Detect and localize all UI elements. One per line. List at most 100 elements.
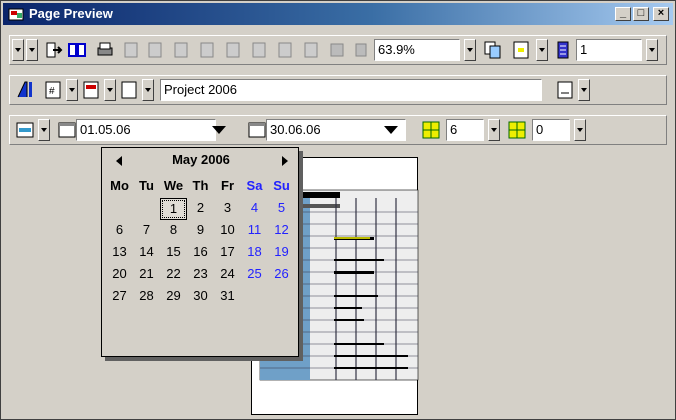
weekday-label: Th <box>192 178 209 193</box>
last-page-icon[interactable] <box>196 39 218 61</box>
calendar-day[interactable]: 4 <box>241 198 268 220</box>
calendar-header: May 2006 <box>102 150 300 170</box>
next-month-icon[interactable] <box>282 156 288 166</box>
rows-input[interactable]: 6 <box>446 119 484 141</box>
page-setup-icon[interactable] <box>510 39 532 61</box>
project-name-input[interactable]: Project 2006 <box>160 79 542 101</box>
calendar-day[interactable]: 18 <box>241 242 268 264</box>
pages-input[interactable]: 1 <box>576 39 642 61</box>
page-up-icon[interactable] <box>222 39 244 61</box>
print-icon[interactable] <box>94 39 116 61</box>
calendar-day[interactable]: 29 <box>160 286 187 308</box>
alignment-icon[interactable] <box>554 79 576 101</box>
timescale-dropdown[interactable] <box>38 119 50 141</box>
calendar-day[interactable]: 30 <box>187 286 214 308</box>
calendar-day[interactable]: 20 <box>106 264 133 286</box>
rows-dropdown[interactable] <box>488 119 500 141</box>
calendar-day[interactable]: 9 <box>187 220 214 242</box>
cols-dropdown[interactable] <box>574 119 586 141</box>
next-page-icon[interactable] <box>170 39 192 61</box>
book-icon[interactable] <box>66 39 88 61</box>
alignment-dropdown[interactable] <box>578 79 590 101</box>
header-footer-icon[interactable] <box>118 79 140 101</box>
calendar-day[interactable]: 14 <box>133 242 160 264</box>
date-icon[interactable] <box>80 79 102 101</box>
page-number-icon[interactable]: # <box>42 79 64 101</box>
calendar-day[interactable]: 22 <box>160 264 187 286</box>
calendar-day[interactable]: 31 <box>214 286 241 308</box>
end-date-dropdown[interactable] <box>380 120 400 140</box>
pages-dropdown[interactable] <box>646 39 658 61</box>
calendar-day[interactable]: 16 <box>187 242 214 264</box>
calendar-day[interactable]: 10 <box>214 220 241 242</box>
toolbar-header: # Project 2006 <box>9 75 667 105</box>
multi-page-icon[interactable] <box>326 39 348 61</box>
prev-page-icon[interactable] <box>144 39 166 61</box>
calendar-empty-cell <box>106 198 133 220</box>
page-right-icon[interactable] <box>300 39 322 61</box>
weekday-label: Mo <box>110 178 129 193</box>
page-preview-window: Page Preview _ □ × 63.9% 1 # Project 200… <box>0 0 676 420</box>
calendar-empty-cell <box>241 286 268 308</box>
calendar-day[interactable]: 6 <box>106 220 133 242</box>
calendar-day[interactable]: 27 <box>106 286 133 308</box>
window-title: Page Preview <box>29 6 113 21</box>
calendar-day[interactable]: 11 <box>241 220 268 242</box>
maximize-button[interactable]: □ <box>633 7 649 21</box>
first-page-icon[interactable] <box>120 39 142 61</box>
toolbar-menu-dropdown[interactable] <box>12 39 24 61</box>
minimize-button[interactable]: _ <box>615 7 631 21</box>
title-bar[interactable]: Page Preview _ □ × <box>3 3 673 25</box>
start-date-dropdown[interactable] <box>208 120 228 140</box>
calendar-day[interactable]: 23 <box>187 264 214 286</box>
calendar-day[interactable]: 3 <box>214 198 241 220</box>
zoom-dropdown[interactable] <box>464 39 476 61</box>
page-setup-dropdown[interactable] <box>536 39 548 61</box>
single-page-icon[interactable] <box>350 39 372 61</box>
cols-input[interactable]: 0 <box>532 119 570 141</box>
weekday-label: We <box>163 178 184 193</box>
toolbar-date-range: 01.05.06 30.06.06 6 0 <box>9 115 667 145</box>
page-number-dropdown[interactable] <box>66 79 78 101</box>
calendar-day[interactable]: 17 <box>214 242 241 264</box>
calendar-day[interactable]: 21 <box>133 264 160 286</box>
calendar-weekday-row: Mo Tu We Th Fr Sa Su <box>106 176 296 198</box>
page-down-icon[interactable] <box>248 39 270 61</box>
start-calendar-icon[interactable] <box>56 119 78 141</box>
close-button[interactable]: × <box>653 7 669 21</box>
calendar-week-row: 12345 <box>106 198 296 220</box>
calendar-week-row: 13 14 15 16 17 18 19 <box>106 242 296 264</box>
exit-icon[interactable] <box>42 39 64 61</box>
page-left-icon[interactable] <box>274 39 296 61</box>
rows-grid-icon[interactable] <box>420 119 442 141</box>
text-icon[interactable] <box>14 79 36 101</box>
calendar-day[interactable]: 5 <box>268 198 295 220</box>
pages-icon[interactable] <box>552 39 574 61</box>
start-date-input[interactable]: 01.05.06 <box>76 119 216 141</box>
calendar-day[interactable]: 19 <box>268 242 295 264</box>
weekday-label: Tu <box>139 178 154 193</box>
zoom-input[interactable]: 63.9% <box>374 39 460 61</box>
calendar-week-row: 20 21 22 23 24 25 26 <box>106 264 296 286</box>
weekday-label: Sa <box>246 178 263 193</box>
calendar-day[interactable]: 2 <box>187 198 214 220</box>
calendar-day[interactable]: 8 <box>160 220 187 242</box>
calendar-week-row: 6 7 8 9 10 11 12 <box>106 220 296 242</box>
toolbar-menu-dropdown-2[interactable] <box>26 39 38 61</box>
end-calendar-icon[interactable] <box>246 119 268 141</box>
timescale-icon[interactable] <box>14 119 36 141</box>
calendar-day[interactable]: 24 <box>214 264 241 286</box>
calendar-day[interactable]: 13 <box>106 242 133 264</box>
header-footer-dropdown[interactable] <box>142 79 154 101</box>
cols-grid-icon[interactable] <box>506 119 528 141</box>
calendar-day[interactable]: 1 <box>160 198 187 220</box>
copy-icon[interactable] <box>482 39 504 61</box>
calendar-grid: Mo Tu We Th Fr Sa Su 1 2 3 4 5 6 7 8 9 10 11 12 13 14 15 16 17 1… <box>106 176 296 308</box>
calendar-day[interactable]: 15 <box>160 242 187 264</box>
date-dropdown[interactable] <box>104 79 116 101</box>
calendar-day[interactable]: 7 <box>133 220 160 242</box>
calendar-day[interactable]: 26 <box>268 264 295 286</box>
calendar-day[interactable]: 12 <box>268 220 295 242</box>
calendar-day[interactable]: 28 <box>133 286 160 308</box>
calendar-day[interactable]: 25 <box>241 264 268 286</box>
